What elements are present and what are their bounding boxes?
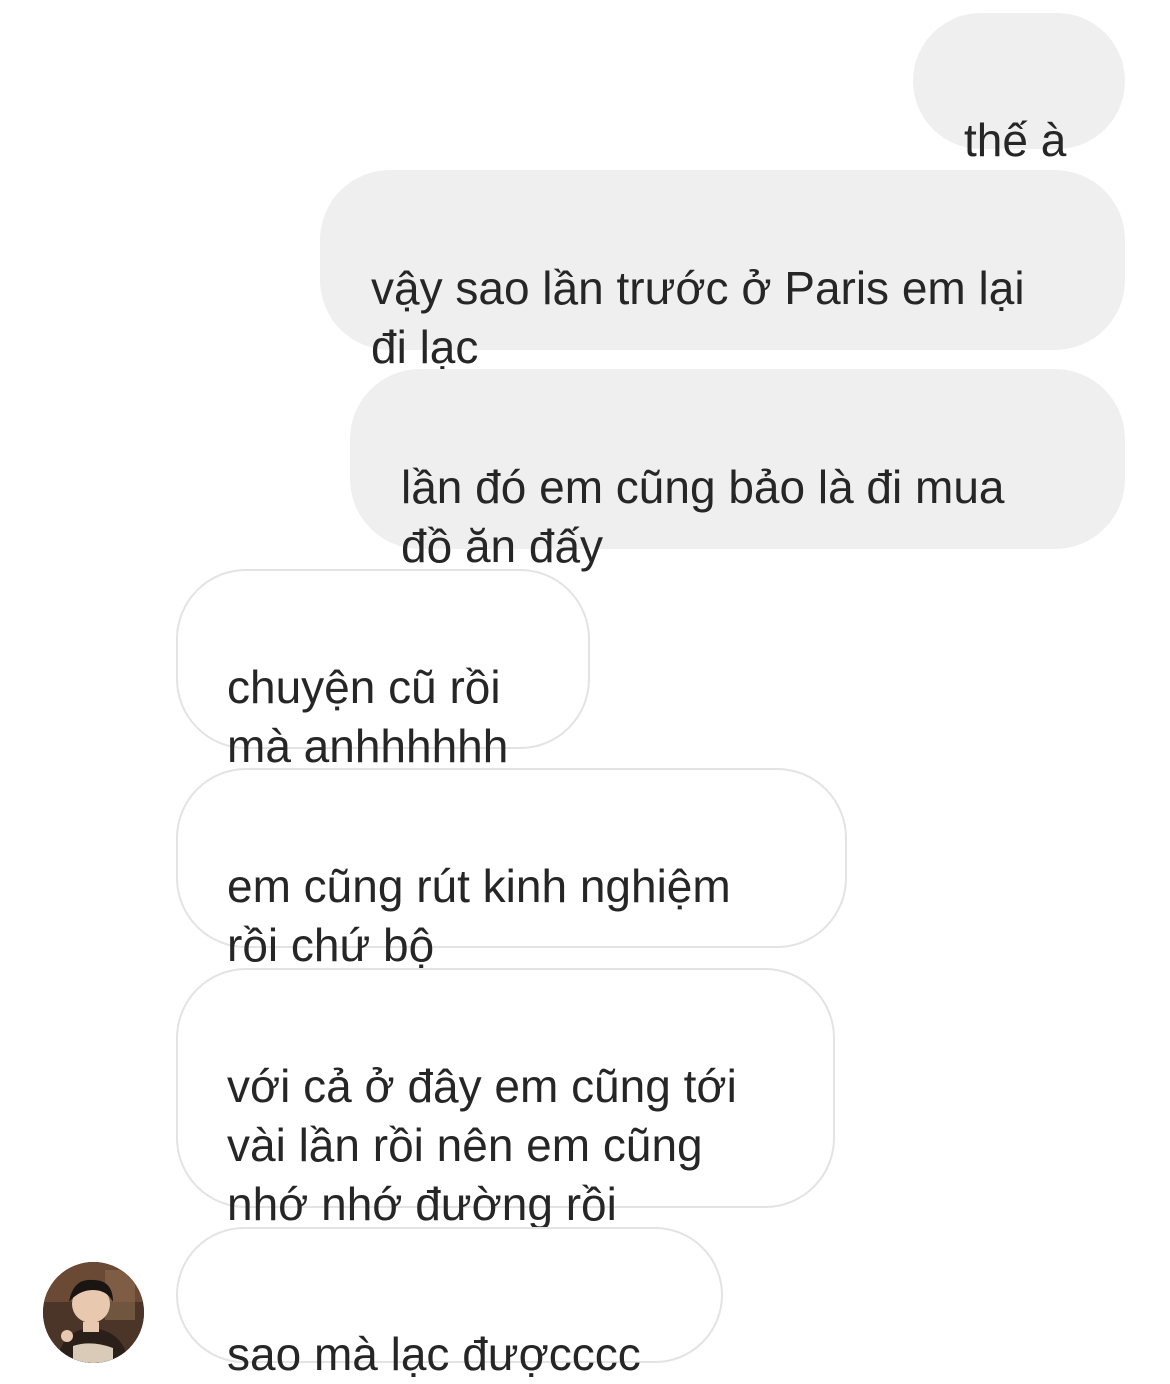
message-text: thế à [964, 114, 1067, 166]
sent-message-3[interactable]: lần đó em cũng bảo là đi mua đồ ăn đấy [350, 369, 1125, 572]
sent-message-1[interactable]: thế à [913, 13, 1125, 166]
message-text: sao mà lạc đượcccc [227, 1328, 641, 1380]
message-text: vậy sao lần trước ở Paris em lại đi lạc [371, 262, 1025, 373]
user-avatar-photo[interactable] [43, 1262, 144, 1363]
message-text: em cũng rút kinh nghiệm rồi chứ bộ [227, 860, 731, 971]
received-message-2[interactable]: em cũng rút kinh nghiệm rồi chứ bộ [176, 768, 847, 971]
received-message-3[interactable]: với cả ở đây em cũng tới vài lần rồi nên… [176, 968, 835, 1230]
message-text: với cả ở đây em cũng tới vài lần rồi nên… [227, 1060, 737, 1230]
avatar-icon [43, 1262, 144, 1363]
received-message-1[interactable]: chuyện cũ rồi mà anhhhhhh [176, 569, 590, 772]
sent-message-2[interactable]: vậy sao lần trước ở Paris em lại đi lạc [320, 170, 1125, 373]
message-text: lần đó em cũng bảo là đi mua đồ ăn đấy [401, 461, 1005, 572]
message-text: chuyện cũ rồi mà anhhhhhh [227, 661, 509, 772]
received-message-4[interactable]: sao mà lạc đượcccc [176, 1227, 723, 1380]
